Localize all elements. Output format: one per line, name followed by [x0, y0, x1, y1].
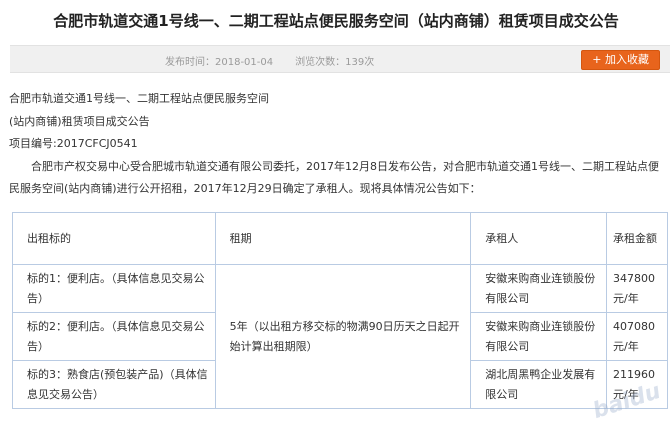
lease-result-table: 出租标的 租期 承租人 承租金额 标的1：便利店。（具体信息见交易公告） 5年（… — [12, 212, 669, 409]
row-item: 标的3：熟食店(预包装产品)（具体信息见交易公告） — [12, 360, 216, 409]
article-paragraph: 合肥市产权交易中心受合肥城市轨道交通有限公司委托，2017年12月8日发布公告，… — [9, 159, 659, 196]
header-tenant: 承租人 — [470, 212, 607, 265]
row-amount: 407080元/年 — [605, 312, 669, 361]
row-item: 标的1：便利店。（具体信息见交易公告） — [12, 264, 216, 313]
row-tenant: 湖北周黑鸭企业发展有限公司 — [470, 360, 607, 409]
table-row: 标的1：便利店。（具体信息见交易公告） 5年（以出租方移交标的物满90日历天之日… — [12, 264, 669, 409]
header-item: 出租标的 — [12, 212, 216, 265]
views-label: 浏览次数： — [295, 57, 346, 68]
add-favorite-button[interactable]: + 加入收藏 — [581, 50, 660, 70]
article-project-number: 项目编号:2017CFCJ0541 — [9, 137, 138, 150]
article-body: 合肥市轨道交通1号线一、二期工程站点便民服务空间 (站内商铺)租赁项目成交公告 … — [9, 88, 669, 201]
article-line-2: (站内商铺)租赁项目成交公告 — [9, 114, 150, 128]
row-tenant: 安徽来购商业连锁股份有限公司 — [470, 264, 607, 313]
header-term: 租期 — [214, 212, 472, 265]
meta-bar: 发布时间：2018-01-04 浏览次数：139次 + 加入收藏 — [10, 45, 670, 73]
header-amount: 承租金额 — [605, 212, 669, 265]
row-item: 标的2：便利店。（具体信息见交易公告） — [12, 312, 216, 361]
meta-info: 发布时间：2018-01-04 浏览次数：139次 — [165, 53, 374, 68]
row-term: 5年（以出租方移交标的物满90日历天之日起开始计算出租期限） — [214, 264, 472, 409]
article-line-1: 合肥市轨道交通1号线一、二期工程站点便民服务空间 — [9, 92, 269, 105]
row-tenant: 安徽来购商业连锁股份有限公司 — [470, 312, 607, 361]
table-header-row: 出租标的 租期 承租人 承租金额 — [12, 212, 669, 265]
publish-date: 2018-01-04 — [215, 57, 274, 68]
row-amount: 211960元/年 — [605, 360, 669, 409]
row-amount: 347800元/年 — [605, 264, 669, 313]
publish-label: 发布时间： — [165, 57, 215, 68]
page-title: 合肥市轨道交通1号线一、二期工程站点便民服务空间（站内商铺）租赁项目成交公告 — [53, 12, 619, 30]
views-count: 139次 — [345, 57, 375, 68]
